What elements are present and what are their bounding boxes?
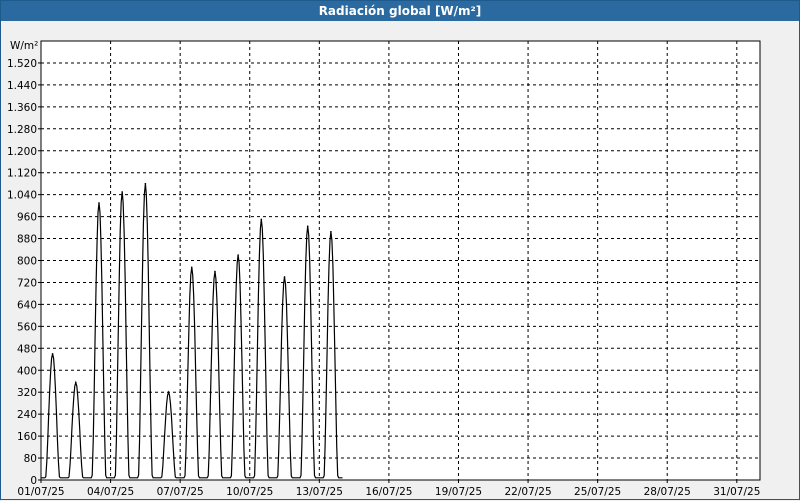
y-tick-label: 560 <box>17 321 37 333</box>
plot-area <box>40 40 761 481</box>
x-tick-label: 22/07/25 <box>504 486 551 498</box>
y-axis-ticks: 0801602403204004805606407208008809601.04… <box>7 58 41 487</box>
y-tick-label: 1.120 <box>7 168 37 180</box>
y-tick-label: 1.200 <box>7 146 37 158</box>
x-tick-label: 19/07/25 <box>435 486 482 498</box>
daily-peak-point <box>167 391 170 394</box>
y-tick-label: 720 <box>17 277 37 289</box>
x-tick-label: 16/07/25 <box>365 486 412 498</box>
y-tick-label: 160 <box>17 431 37 443</box>
daily-peak-point <box>190 266 193 269</box>
y-tick-label: 480 <box>17 343 37 355</box>
y-tick-label: 1.440 <box>7 80 37 92</box>
y-axis-label: W/m² <box>10 40 38 52</box>
daily-peak-point <box>214 270 216 273</box>
y-tick-label: 1.360 <box>7 102 37 114</box>
x-tick-label: 07/07/25 <box>157 486 204 498</box>
y-tick-label: 400 <box>17 365 37 377</box>
daily-peak-point <box>144 182 147 185</box>
daily-peak-point <box>283 276 286 278</box>
x-axis-ticks: 01/07/25 04/07/25 07/07/25 10/07/25 13/07/25… <box>17 480 760 498</box>
daily-peak-point <box>237 254 239 256</box>
y-tick-label: 1.520 <box>7 58 37 70</box>
y-tick-label: 320 <box>17 387 37 399</box>
x-tick-label: 04/07/25 <box>87 486 134 498</box>
y-tick-label: 960 <box>17 212 37 224</box>
y-tick-label: 880 <box>17 234 37 246</box>
y-tick-label: 80 <box>24 453 37 465</box>
x-tick-label: 01/07/25 <box>17 486 64 498</box>
x-tick-label: 25/07/25 <box>574 486 621 498</box>
x-tick-label: 31/07/25 <box>713 486 760 498</box>
daily-peak-point <box>306 225 309 228</box>
x-tick-label: 13/07/25 <box>296 486 343 498</box>
x-tick-label: 10/07/25 <box>226 486 273 498</box>
y-tick-label: 640 <box>17 299 37 311</box>
y-tick-label: 240 <box>17 409 37 421</box>
daily-peak-point <box>51 352 54 355</box>
y-tick-label: 1.280 <box>7 124 37 136</box>
chart-title-bar: Radiación global [W/m²] <box>1 1 799 21</box>
chart-window: Radiación global [W/m²] 0 80 160 240 320 400 4… <box>0 0 800 500</box>
y-tick-label: 800 <box>17 256 37 268</box>
y-tick-label: 1.040 <box>7 190 37 202</box>
chart-canvas: 0801602403204004805606407208008809601.04… <box>7 40 761 498</box>
daily-peak-point <box>121 191 123 193</box>
daily-peak-point <box>98 202 100 204</box>
daily-peak-point <box>260 218 263 221</box>
daily-peak-point <box>330 230 332 233</box>
x-tick-label: 28/07/25 <box>644 486 691 498</box>
daily-peak-point <box>74 381 77 384</box>
